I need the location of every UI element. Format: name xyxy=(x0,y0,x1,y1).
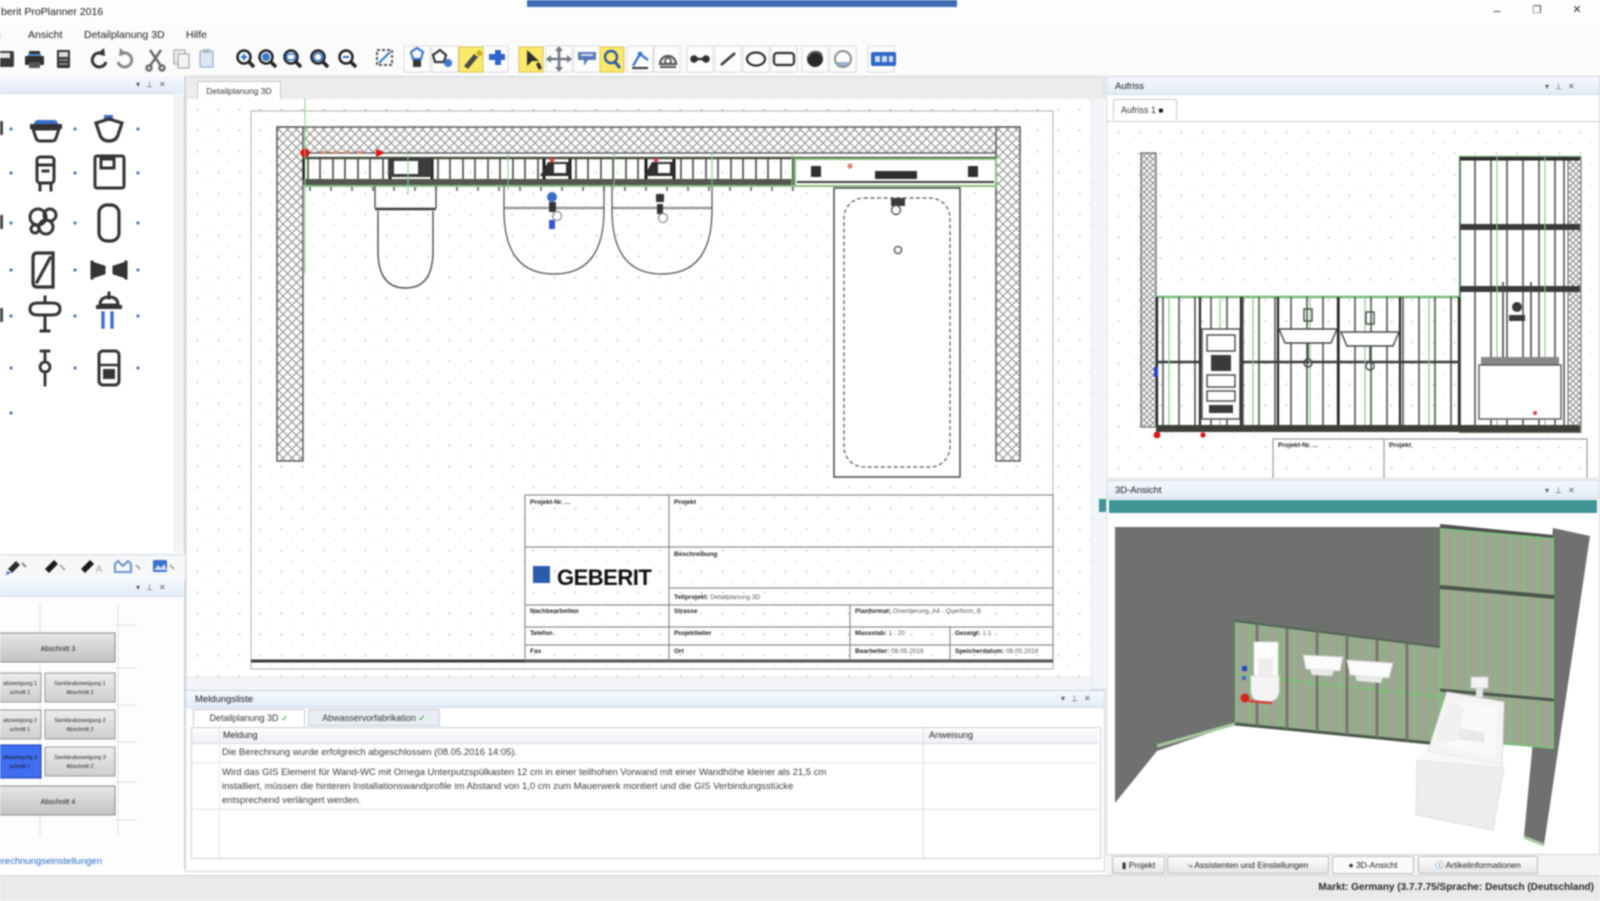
svg-text:Abschnitt 2: Abschnitt 2 xyxy=(66,727,93,733)
svg-text:Sanitärabzweigung 2: Sanitärabzweigung 2 xyxy=(54,718,105,724)
svg-text:Projektleiter: Projektleiter xyxy=(674,630,712,637)
svg-text:A: A xyxy=(96,564,102,574)
svg-text:Nachbearbeiten: Nachbearbeiten xyxy=(530,608,579,615)
svg-text:Teilprojekt: Detailplanung 3D: Teilprojekt: Detailplanung 3D xyxy=(674,594,761,601)
svg-text:Massstab: 1 : 20: Massstab: 1 : 20 xyxy=(855,630,905,637)
svg-text:Abschnitt 4: Abschnitt 4 xyxy=(41,799,76,806)
svg-text:Sanitärabzweigung 1: Sanitärabzweigung 1 xyxy=(54,681,105,687)
svg-text:schnitt 1: schnitt 1 xyxy=(10,727,30,733)
svg-text:Speicherdatum: 08.05.2016: Speicherdatum: 08.05.2016 xyxy=(955,648,1039,655)
svg-text:Sanitärabzweigung 3: Sanitärabzweigung 3 xyxy=(54,755,105,761)
svg-text:Projekt-Nr. ...: Projekt-Nr. ... xyxy=(530,499,570,506)
svg-text:schnitt 1: schnitt 1 xyxy=(10,764,30,770)
svg-text:Projekt: Projekt xyxy=(674,499,697,506)
svg-text:Projekt: Projekt xyxy=(1389,442,1412,449)
svg-text:Abschnitt 2: Abschnitt 2 xyxy=(66,690,93,696)
svg-text:abzweigung 3: abzweigung 3 xyxy=(3,755,37,761)
svg-text:Telefon: Telefon xyxy=(530,630,553,637)
svg-text:Fax: Fax xyxy=(530,648,542,655)
svg-text:abzweigung 1: abzweigung 1 xyxy=(3,681,37,687)
svg-text:schnitt 1: schnitt 1 xyxy=(10,690,30,696)
svg-text:Strasse: Strasse xyxy=(674,608,698,615)
svg-text:Abschnitt 2: Abschnitt 2 xyxy=(66,764,93,770)
svg-text:Abschnitt 3: Abschnitt 3 xyxy=(41,646,76,653)
svg-text:Planformat: Orientierung, A4 -: Planformat: Orientierung, A4 - Querform.… xyxy=(855,608,981,615)
svg-text:Ort: Ort xyxy=(674,648,685,655)
svg-text:Gezeigt: 1:1: Gezeigt: 1:1 xyxy=(955,630,992,637)
svg-text:Beschreibung: Beschreibung xyxy=(674,551,717,558)
svg-text:Projekt-Nr. ...: Projekt-Nr. ... xyxy=(1278,442,1318,449)
svg-text:GEBERIT: GEBERIT xyxy=(557,565,652,590)
svg-text:abzweigung 2: abzweigung 2 xyxy=(3,718,37,724)
svg-text:Bearbeiter: 08.05.2016: Bearbeiter: 08.05.2016 xyxy=(855,648,924,655)
